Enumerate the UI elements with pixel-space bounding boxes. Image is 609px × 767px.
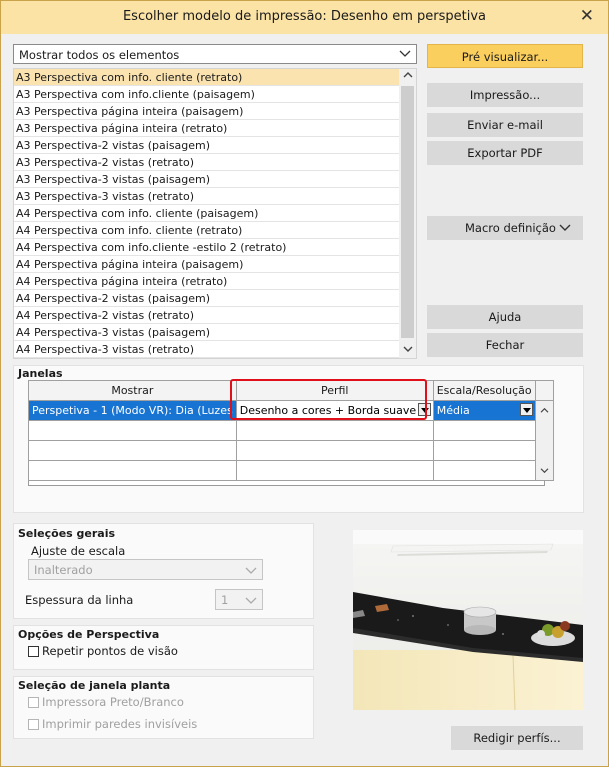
list-item[interactable]: A3 Perspectiva página inteira (retrato) <box>14 120 416 137</box>
scroll-thumb[interactable] <box>401 86 414 338</box>
empty-cell[interactable] <box>432 440 536 461</box>
grid-scrollbar-track[interactable] <box>534 420 554 441</box>
preview-button[interactable]: Pré visualizar... <box>427 44 583 68</box>
grid-scrollbar-track[interactable] <box>534 440 554 461</box>
help-button[interactable]: Ajuda <box>427 305 583 329</box>
list-item[interactable]: A3 Perspectiva-2 vistas (retrato) <box>14 154 416 171</box>
grid-scroll-down-icon[interactable] <box>534 460 554 481</box>
empty-cell[interactable] <box>28 420 237 441</box>
table-header-row: Mostrar Perfil Escala/Resolução <box>28 380 554 401</box>
list-item[interactable]: A4 Perspectiva-3 vistas (retrato) <box>14 341 416 358</box>
list-item[interactable]: A4 Perspectiva com info. cliente (retrat… <box>14 222 416 239</box>
list-item[interactable]: A4 Perspectiva página inteira (paisagem) <box>14 256 416 273</box>
table-row[interactable]: Perspetiva - 1 (Modo VR): Dia (Luzes Des… <box>28 400 554 421</box>
row-perfil-cell[interactable]: Desenho a cores + Borda suave <box>235 400 434 421</box>
send-email-button[interactable]: Enviar e-mail <box>427 113 583 137</box>
opcoes-perspetiva-title: Opções de Perspectiva <box>18 628 160 641</box>
macro-definition-button[interactable]: Macro definição <box>427 216 583 240</box>
line-thickness-label: Espessura da linha <box>25 593 134 607</box>
chevron-down-icon <box>399 50 411 57</box>
row-escala-cell[interactable]: Média <box>432 400 536 421</box>
invisible-walls-checkbox[interactable] <box>28 719 39 730</box>
list-item[interactable]: A4 Perspectiva com info.cliente -estilo … <box>14 239 416 256</box>
close-icon[interactable]: ✕ <box>580 6 594 26</box>
table-row[interactable] <box>28 440 554 461</box>
window-title: Escolher modelo de impressão: Desenho em… <box>122 9 487 24</box>
close-button[interactable]: Fechar <box>427 333 583 357</box>
list-item[interactable]: A4 Perspectiva-2 vistas (paisagem) <box>14 290 416 307</box>
list-item[interactable]: A4 Perspectiva-3 vistas (paisagem) <box>14 324 416 341</box>
print-template-dialog: Escolher modelo de impressão: Desenho em… <box>0 0 609 767</box>
filter-dropdown-value: Mostrar todos os elementos <box>19 48 180 62</box>
janelas-table: Mostrar Perfil Escala/Resolução Perspeti… <box>28 380 554 481</box>
perfil-value: Desenho a cores + Borda suave <box>239 404 417 417</box>
janelas-title: Janelas <box>18 367 63 380</box>
escala-dropdown-icon[interactable] <box>519 403 533 416</box>
repeat-viewpoints-checkbox[interactable] <box>28 646 39 657</box>
list-item[interactable]: A3 Perspectiva-3 vistas (paisagem) <box>14 171 416 188</box>
line-thickness-dropdown[interactable]: 1 <box>215 589 263 610</box>
selecoes-gerais-title: Seleções gerais <box>18 527 116 540</box>
column-header-perfil[interactable]: Perfil <box>235 380 434 401</box>
print-button[interactable]: Impressão... <box>427 83 583 107</box>
edit-profiles-button[interactable]: Redigir perfís... <box>451 726 583 750</box>
list-item[interactable]: A3 Perspectiva-2 vistas (paisagem) <box>14 137 416 154</box>
list-item[interactable]: A4 Perspectiva com info. cliente (paisag… <box>14 205 416 222</box>
list-item[interactable]: A3 Perspectiva com info. cliente (retrat… <box>14 69 416 86</box>
scroll-down-icon[interactable] <box>399 345 416 356</box>
list-item[interactable]: A4 Perspectiva página inteira (retrato) <box>14 273 416 290</box>
selecao-janela-title: Seleção de janela planta <box>18 679 171 692</box>
bw-printer-label: Impressora Preto/Branco <box>42 695 184 709</box>
invisible-walls-label: Imprimir paredes invisíveis <box>42 717 198 731</box>
escala-value: Média <box>436 404 470 417</box>
scale-label: Ajuste de escala <box>31 544 126 558</box>
scale-dropdown[interactable]: Inalterado <box>28 559 263 580</box>
line-thickness-value: 1 <box>221 593 229 607</box>
list-item[interactable]: A3 Perspectiva-3 vistas (retrato) <box>14 188 416 205</box>
header-corner <box>534 380 554 401</box>
table-row[interactable] <box>28 460 554 481</box>
list-scrollbar[interactable] <box>399 69 416 358</box>
preview-image <box>353 530 583 710</box>
empty-cell[interactable] <box>235 440 434 461</box>
list-item[interactable]: A3 Perspectiva com info.cliente (paisage… <box>14 86 416 103</box>
table-row[interactable] <box>28 420 554 441</box>
column-header-escala[interactable]: Escala/Resolução <box>432 380 536 401</box>
scroll-up-icon[interactable] <box>399 71 416 82</box>
perfil-dropdown-icon[interactable] <box>417 403 431 416</box>
chevron-down-icon <box>245 597 257 604</box>
chevron-down-icon <box>559 224 571 231</box>
kitchen-preview-illustration <box>353 530 583 710</box>
empty-cell[interactable] <box>235 460 434 481</box>
filter-dropdown[interactable]: Mostrar todos os elementos <box>13 44 417 64</box>
row-mostrar-cell[interactable]: Perspetiva - 1 (Modo VR): Dia (Luzes <box>28 400 237 421</box>
list-item[interactable]: A4 Perspectiva-2 vistas (retrato) <box>14 307 416 324</box>
empty-cell[interactable] <box>432 460 536 481</box>
repeat-viewpoints-label: Repetir pontos de visão <box>42 644 178 658</box>
empty-cell[interactable] <box>28 460 237 481</box>
scale-dropdown-value: Inalterado <box>34 563 93 577</box>
template-list[interactable]: A3 Perspectiva com info. cliente (retrat… <box>13 68 417 359</box>
column-header-mostrar[interactable]: Mostrar <box>28 380 237 401</box>
title-bar: Escolher modelo de impressão: Desenho em… <box>1 1 608 34</box>
chevron-down-icon <box>245 567 257 574</box>
macro-definition-label: Macro definição <box>465 221 556 235</box>
export-pdf-button[interactable]: Exportar PDF <box>427 141 583 165</box>
list-item[interactable]: A3 Perspectiva página inteira (paisagem) <box>14 103 416 120</box>
empty-cell[interactable] <box>28 440 237 461</box>
bw-printer-checkbox[interactable] <box>28 697 39 708</box>
empty-cell[interactable] <box>432 420 536 441</box>
empty-cell[interactable] <box>235 420 434 441</box>
grid-scroll-up-icon[interactable] <box>534 400 554 421</box>
